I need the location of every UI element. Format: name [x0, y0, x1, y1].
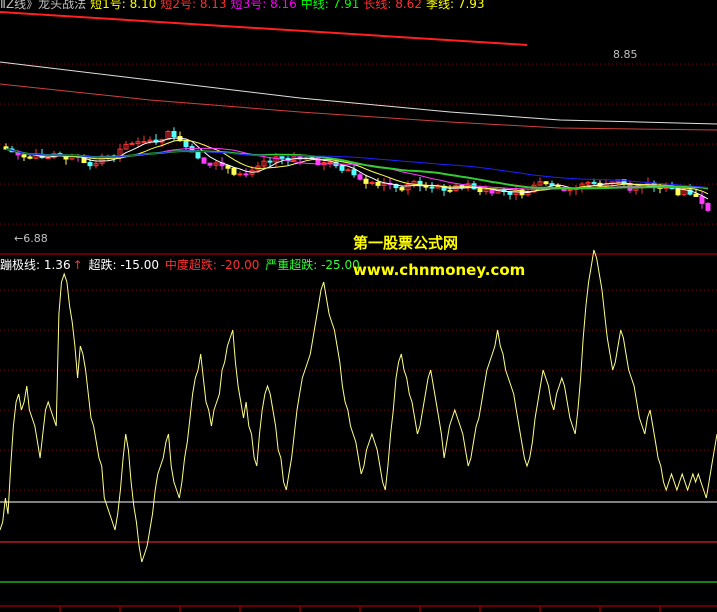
candle-body — [675, 188, 681, 196]
candle-body — [237, 173, 243, 176]
up-arrow-icon: ↑ — [72, 258, 83, 272]
candle-body — [21, 154, 27, 158]
indicator-panel — [0, 249, 717, 583]
candle-body — [357, 174, 363, 180]
top-legend-item: ⅡZ线》龙头战法 — [0, 0, 87, 11]
long-line-red — [0, 11, 528, 46]
legend-moderate-oversold: 中度超跌: -20.00 — [164, 258, 260, 272]
candle-body — [171, 131, 177, 138]
long-line-darkred — [0, 83, 717, 131]
left-arrow-icon: ← — [14, 232, 24, 245]
candle-body — [195, 151, 201, 159]
candle-body — [201, 157, 207, 164]
low-price-value: 6.88 — [23, 232, 48, 245]
top-legend-item: 短2号: 8.13 — [160, 0, 227, 11]
candle-body — [477, 188, 483, 193]
legend-oversold: 超跌: -15.00 — [88, 258, 160, 272]
candle-body — [87, 162, 93, 167]
moving-average-line — [5, 148, 709, 190]
top-legend: ⅡZ线》龙头战法 短1号: 8.10 短2号: 8.13 短3号: 8.16 中线: 7… — [0, 0, 489, 11]
watermark-url: www.chnmoney.com — [353, 261, 526, 279]
candle-body — [279, 156, 285, 159]
moving-averages — [0, 11, 717, 200]
time-axis — [0, 605, 717, 612]
top-legend-item: 短3号: 8.16 — [230, 0, 297, 11]
candle-body — [693, 193, 699, 197]
top-legend-item: 中线: 7.91 — [300, 0, 360, 11]
moving-average-line — [5, 139, 709, 195]
candle-body — [447, 189, 453, 192]
candle-body — [267, 160, 273, 163]
moving-average-line — [5, 147, 709, 190]
top-legend-item: 短1号: 8.10 — [90, 0, 157, 11]
candle-body — [363, 178, 369, 184]
low-price-label: ←6.88 — [14, 232, 48, 245]
candle-body — [705, 202, 711, 211]
candle-body — [699, 195, 705, 204]
candle-body — [375, 182, 381, 186]
legend-bungee: 蹦极线: 1.36 — [0, 258, 71, 272]
top-legend-item: 长线: 8.62 — [363, 0, 422, 11]
candle-body — [207, 162, 213, 166]
candle-body — [339, 165, 345, 171]
candle-body — [45, 157, 51, 160]
candle-body — [141, 140, 147, 143]
stock-chart[interactable] — [0, 0, 717, 612]
candle-body — [567, 189, 573, 192]
price-panel — [3, 127, 711, 213]
candle-body — [399, 187, 405, 191]
watermark-title: 第一股票公式网 — [353, 234, 459, 252]
moving-average-line — [5, 137, 709, 200]
moving-average-line — [5, 148, 709, 189]
candle-body — [591, 181, 597, 184]
candle-body — [345, 169, 351, 172]
top-legend-item: 季线: 7.93 — [425, 0, 485, 11]
candle-body — [27, 156, 33, 159]
bungee-line — [0, 249, 717, 563]
candle-body — [183, 140, 189, 148]
candle-body — [231, 167, 237, 175]
candle-body — [327, 161, 333, 164]
high-price-label: 8.85 — [613, 48, 638, 61]
candle-body — [129, 142, 135, 145]
candle-body — [543, 181, 549, 185]
indicator-legend: 蹦极线: 1.36 ↑ 超跌: -15.00 中度超跌: -20.00 严重超跌:… — [0, 257, 362, 273]
candle-body — [351, 169, 357, 176]
legend-severe-oversold: 严重超跌: -25.00 — [265, 258, 360, 272]
candle-body — [243, 173, 249, 176]
long-line-white — [0, 61, 717, 125]
candle-body — [369, 182, 375, 185]
candle-body — [429, 186, 435, 189]
